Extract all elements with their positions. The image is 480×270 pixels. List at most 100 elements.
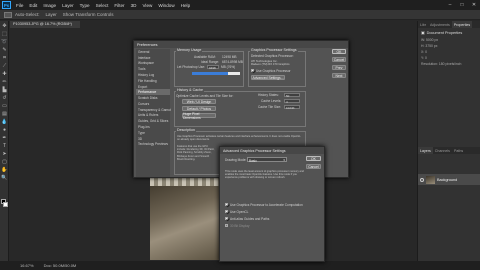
auto-select-target[interactable]: Layer xyxy=(46,12,57,17)
menu-3d[interactable]: 3D xyxy=(128,3,140,8)
history-states-label: History States: xyxy=(258,93,279,97)
dodge-tool-icon[interactable]: ● xyxy=(1,127,8,133)
cache-levels-label: Cache Levels: xyxy=(261,99,282,103)
layers-tabs: Layers Channels Paths xyxy=(418,147,480,154)
drawing-mode-label: Drawing Mode: xyxy=(225,158,247,162)
path-select-tool-icon[interactable]: ➤ xyxy=(1,151,8,157)
shape-tool-icon[interactable]: ▢ xyxy=(1,159,8,165)
menu-edit[interactable]: Edit xyxy=(26,3,40,8)
visibility-eye-icon[interactable] xyxy=(420,177,424,182)
description-title: Description xyxy=(176,128,196,132)
pen-tool-icon[interactable]: ✒ xyxy=(1,135,8,141)
menu-bar: Ps File Edit Image Layer Type Select Fil… xyxy=(0,0,480,10)
move-tool-icon[interactable]: ✥ xyxy=(1,23,8,29)
accelerate-computation-label: Use Graphics Processor to Accelerate Com… xyxy=(230,202,303,207)
auto-select-checkbox[interactable]: Auto-Select: xyxy=(15,12,40,17)
background-color-swatch[interactable] xyxy=(3,202,8,207)
crop-tool-icon[interactable]: ⌗ xyxy=(1,55,8,61)
tab-layers[interactable]: Layers xyxy=(418,147,433,154)
photoshop-logo-icon: Ps xyxy=(2,1,11,9)
optimize-label: Optimize Cache Levels and Tile Size for: xyxy=(176,94,234,98)
memory-usage-title: Memory Usage xyxy=(176,48,203,52)
properties-title: Document Properties xyxy=(426,30,463,35)
minimize-icon[interactable]: – xyxy=(444,0,456,10)
eraser-tool-icon[interactable]: ▭ xyxy=(1,103,8,109)
document-image xyxy=(150,178,220,260)
gpu-settings-title: Graphics Processor Settings xyxy=(250,48,298,52)
hand-tool-icon[interactable]: ✋ xyxy=(1,167,8,173)
healing-tool-icon[interactable]: ✚ xyxy=(1,71,8,77)
accelerate-computation-checkbox[interactable] xyxy=(225,203,228,206)
nav-tech-previews[interactable]: Technology Previews xyxy=(136,142,170,148)
tab-channels[interactable]: Channels xyxy=(433,147,452,154)
tab-libraries[interactable]: Libr xyxy=(418,21,428,28)
blur-tool-icon[interactable]: 💧 xyxy=(1,119,8,125)
ok-button[interactable]: OK xyxy=(332,49,346,54)
prev-button[interactable]: Prev xyxy=(332,65,346,70)
default-photos-button[interactable]: Default / Photos xyxy=(182,106,216,111)
let-use-input[interactable]: 9498 xyxy=(207,65,219,70)
drawing-mode-select[interactable]: Basic ▾ xyxy=(247,157,287,163)
next-button[interactable]: Next xyxy=(332,73,346,78)
zoom-tool-icon[interactable]: 🔍 xyxy=(1,175,8,181)
quick-select-tool-icon[interactable]: ✎ xyxy=(1,47,8,53)
chevron-down-icon: ▾ xyxy=(283,158,285,162)
layers-panel: Layers Channels Paths Background xyxy=(418,147,480,261)
document-tab[interactable]: P1030953.JPG @ 16.7% (RGB/8*) xyxy=(10,21,80,28)
use-gpu-label: Use Graphics Processor xyxy=(256,68,291,73)
window-controls: – □ ✕ xyxy=(444,0,480,10)
menu-layer[interactable]: Layer xyxy=(59,3,77,8)
advanced-cancel-button[interactable]: Cancel xyxy=(306,164,321,169)
advanced-settings-button[interactable]: Advanced Settings... xyxy=(251,75,285,80)
tab-paths[interactable]: Paths xyxy=(452,147,465,154)
30bit-display-label: 30 Bit Display xyxy=(230,223,250,228)
cancel-button[interactable]: Cancel xyxy=(332,57,346,62)
move-tool-icon[interactable] xyxy=(4,11,12,18)
close-icon[interactable]: ✕ xyxy=(468,0,480,10)
properties-header: ▣ Document Properties xyxy=(418,28,480,37)
cache-levels-input[interactable]: 4 xyxy=(284,99,300,104)
let-use-label: Let Photoshop Use: xyxy=(177,65,205,69)
memory-slider-track[interactable] xyxy=(192,72,240,75)
web-ui-design-button[interactable]: Web / UI Design xyxy=(182,99,216,104)
tab-properties[interactable]: Properties xyxy=(451,21,473,28)
30bit-display-checkbox xyxy=(225,224,228,227)
panel-tabs: Libr Adjustments Properties xyxy=(418,21,480,28)
ideal-range-label: Ideal Range: xyxy=(201,60,220,64)
tools-panel: ✥ ⬚ ➰ ✎ ⌗ ⟋ ✚ ✏ ▙ ↺ ▭ ▤ 💧 ● ✒ T ➤ ▢ ✋ 🔍 xyxy=(0,21,9,261)
zoom-level[interactable]: 16.67% xyxy=(20,263,34,268)
description-text-2: Features that use the GPU include: Rende… xyxy=(177,145,215,161)
advanced-ok-button[interactable]: OK xyxy=(306,156,321,161)
stamp-tool-icon[interactable]: ▙ xyxy=(1,87,8,93)
lasso-tool-icon[interactable]: ➰ xyxy=(1,39,8,45)
tab-adjustments[interactable]: Adjustments xyxy=(428,21,452,28)
menu-select[interactable]: Select xyxy=(93,3,112,8)
menu-image[interactable]: Image xyxy=(40,3,59,8)
marquee-tool-icon[interactable]: ⬚ xyxy=(1,31,8,37)
use-opencl-checkbox[interactable] xyxy=(225,210,228,213)
brush-tool-icon[interactable]: ✏ xyxy=(1,79,8,85)
let-use-unit: MB (76%) xyxy=(221,65,236,69)
gradient-tool-icon[interactable]: ▤ xyxy=(1,111,8,117)
menu-window[interactable]: Window xyxy=(155,3,177,8)
layer-row[interactable]: Background xyxy=(418,174,480,185)
menu-help[interactable]: Help xyxy=(178,3,193,8)
type-tool-icon[interactable]: T xyxy=(1,143,8,149)
antialias-guides-checkbox[interactable] xyxy=(225,217,228,220)
show-transform-checkbox[interactable]: Show Transform Controls xyxy=(63,12,114,17)
history-brush-tool-icon[interactable]: ↺ xyxy=(1,95,8,101)
maximize-icon[interactable]: □ xyxy=(456,0,468,10)
cache-tile-select[interactable]: 1024K xyxy=(284,105,300,110)
eyedropper-tool-icon[interactable]: ⟋ xyxy=(1,63,8,69)
menu-filter[interactable]: Filter xyxy=(111,3,127,8)
menu-file[interactable]: File xyxy=(13,3,26,8)
use-opencl-label: Use OpenCL xyxy=(230,209,249,214)
history-states-input[interactable]: 50 xyxy=(284,93,300,98)
menu-type[interactable]: Type xyxy=(77,3,93,8)
options-bar: Auto-Select: Layer Show Transform Contro… xyxy=(0,10,480,20)
doc-size: Doc: 50.0M/50.0M xyxy=(43,263,77,268)
use-gpu-checkbox[interactable] xyxy=(251,69,254,72)
huge-pixel-button[interactable]: Huge Pixel Dimensions xyxy=(182,112,216,120)
menu-view[interactable]: View xyxy=(139,3,155,8)
drawing-mode-value: Basic xyxy=(249,158,257,163)
